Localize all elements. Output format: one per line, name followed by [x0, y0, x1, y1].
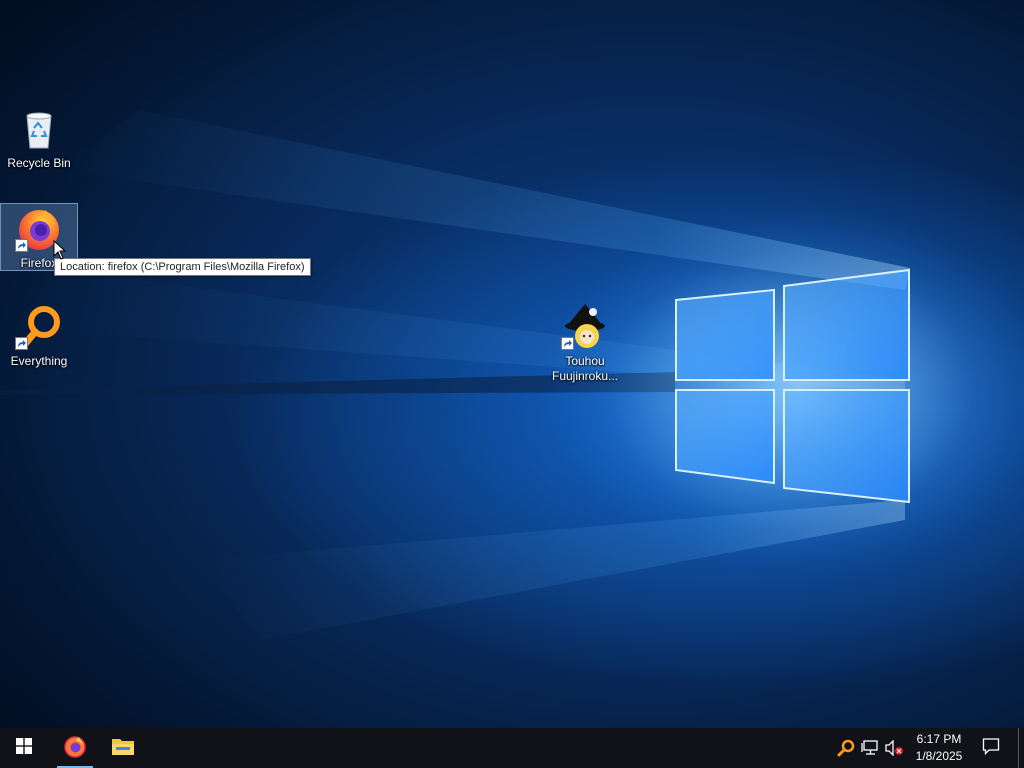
show-desktop-button[interactable] — [1018, 728, 1024, 768]
taskbar: 6:17 PM 1/8/2025 — [0, 728, 1024, 768]
shortcut-arrow-icon — [15, 337, 28, 350]
firefox-icon — [63, 734, 87, 763]
recycle-bin-icon — [15, 104, 63, 152]
taskbar-file-explorer-button[interactable] — [99, 728, 147, 768]
shortcut-arrow-icon — [15, 239, 28, 252]
clock-time: 6:17 PM — [916, 732, 962, 746]
windows-start-icon — [16, 737, 32, 759]
desktop-icon-label: Touhou Fuujinroku... — [551, 354, 619, 383]
volume-muted-icon[interactable] — [884, 738, 904, 758]
mouse-cursor-icon — [53, 239, 67, 265]
action-center-button[interactable] — [968, 728, 1014, 768]
everything-search-icon — [15, 302, 63, 350]
clock-date: 1/8/2025 — [915, 749, 963, 763]
shortcut-arrow-icon — [561, 337, 574, 350]
everything-tray-icon[interactable] — [836, 738, 856, 758]
desktop[interactable]: Recycle Bin Firefox Everything Touhou Fu… — [0, 0, 1024, 728]
touhou-game-icon — [561, 302, 609, 350]
tooltip: Location: firefox (C:\Program Files\Mozi… — [54, 258, 311, 276]
network-icon[interactable] — [860, 738, 880, 758]
folder-icon — [111, 736, 135, 761]
desktop-icon-everything[interactable]: Everything — [1, 302, 77, 369]
start-button[interactable] — [0, 728, 48, 768]
desktop-icon-label: Everything — [10, 354, 68, 368]
desktop-icon-touhou[interactable]: Touhou Fuujinroku... — [547, 302, 623, 384]
desktop-icon-label: Recycle Bin — [7, 156, 71, 170]
taskbar-firefox-button[interactable] — [51, 728, 99, 768]
desktop-icon-recycle-bin[interactable]: Recycle Bin — [1, 104, 77, 171]
desktop-icon-label: Firefox — [20, 256, 58, 270]
clock[interactable]: 6:17 PM 1/8/2025 — [906, 731, 972, 765]
action-center-icon — [982, 737, 1000, 760]
windows-wallpaper — [0, 110, 1024, 640]
